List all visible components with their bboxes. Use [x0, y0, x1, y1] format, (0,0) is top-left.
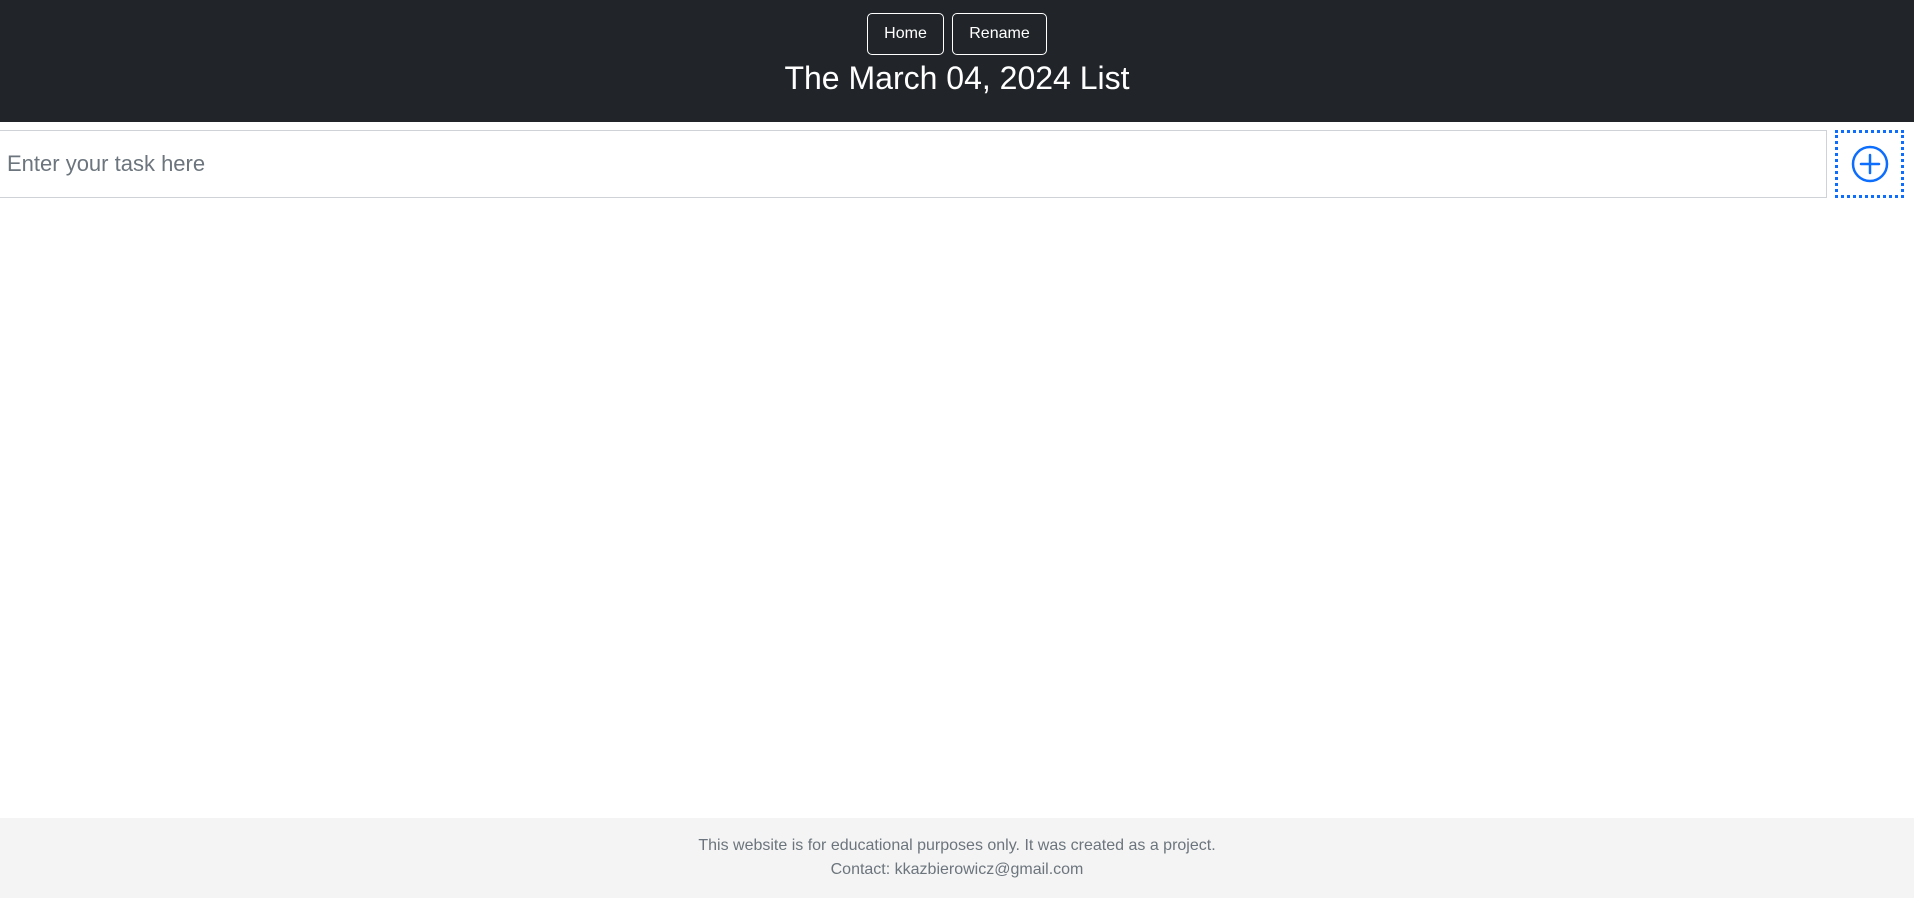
- rename-button[interactable]: Rename: [952, 13, 1047, 55]
- task-entry-row: [0, 130, 1914, 198]
- task-input[interactable]: [0, 130, 1827, 198]
- page-title: The March 04, 2024 List: [784, 60, 1130, 96]
- footer-contact: Contact: kkazbierowicz@gmail.com: [830, 861, 1084, 878]
- footer-disclaimer: This website is for educational purposes…: [698, 837, 1216, 854]
- home-button[interactable]: Home: [867, 13, 944, 55]
- page: Home Rename The March 04, 2024 List This…: [0, 0, 1914, 898]
- plus-circle-icon: [1851, 145, 1888, 183]
- top-navbar: Home Rename The March 04, 2024 List: [0, 0, 1914, 122]
- nav-buttons: Home Rename: [0, 13, 1914, 55]
- add-task-button[interactable]: [1835, 130, 1904, 198]
- footer: This website is for educational purposes…: [0, 818, 1914, 898]
